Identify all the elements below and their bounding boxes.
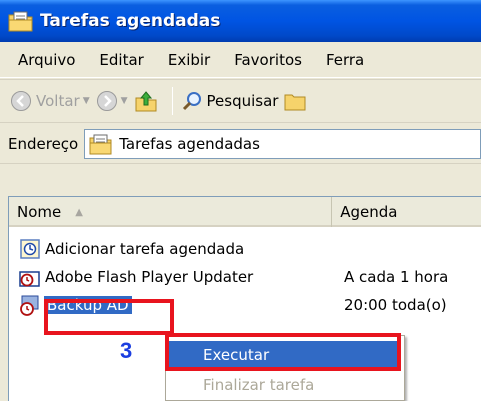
folders-button[interactable] bbox=[284, 91, 306, 111]
scheduled-tasks-folder-icon bbox=[8, 11, 33, 32]
task-name: Adobe Flash Player Updater bbox=[45, 268, 254, 286]
address-bar: Endereço Tarefas agendadas bbox=[0, 124, 481, 164]
menu-ferramentas[interactable]: Ferra bbox=[314, 51, 376, 69]
search-button[interactable]: Pesquisar bbox=[181, 90, 279, 112]
forward-button[interactable]: ▼ bbox=[96, 90, 128, 112]
toolbar: Voltar ▼ ▼ Pesquisar bbox=[0, 79, 481, 123]
search-label: Pesquisar bbox=[206, 92, 279, 110]
highlight-box-selected-task bbox=[44, 299, 174, 335]
up-folder-icon bbox=[135, 91, 157, 112]
task-name: Adicionar tarefa agendada bbox=[45, 240, 245, 258]
back-dropdown-icon[interactable]: ▼ bbox=[83, 96, 90, 106]
task-schedule: A cada 1 hora bbox=[344, 268, 449, 286]
menu-item-label: Finalizar tarefa bbox=[203, 376, 315, 394]
forward-arrow-icon bbox=[96, 91, 117, 111]
window-title: Tarefas agendadas bbox=[40, 11, 221, 31]
list-item[interactable]: Adicionar tarefa agendada bbox=[9, 235, 244, 263]
menu-arquivo[interactable]: Arquivo bbox=[0, 51, 87, 69]
explorer-window: Tarefas agendadas Arquivo Editar Exibir … bbox=[0, 0, 481, 401]
column-schedule-label: Agenda bbox=[340, 203, 398, 221]
highlight-box-executar bbox=[165, 333, 401, 371]
search-icon bbox=[182, 92, 201, 111]
menu-editar[interactable]: Editar bbox=[87, 51, 155, 69]
list-item[interactable]: Adobe Flash Player Updater A cada 1 hora bbox=[9, 263, 448, 291]
column-header-name[interactable]: Nome ▲ bbox=[9, 197, 333, 227]
back-button[interactable]: Voltar ▼ bbox=[10, 90, 90, 112]
scheduled-task-icon bbox=[19, 271, 40, 287]
add-task-icon bbox=[20, 239, 40, 259]
scheduled-tasks-folder-icon bbox=[89, 134, 112, 154]
up-folder-button[interactable] bbox=[134, 89, 158, 113]
step-number: 3 bbox=[120, 338, 133, 363]
address-field[interactable]: Tarefas agendadas bbox=[84, 128, 481, 159]
task-schedule: 20:00 toda(o) bbox=[344, 296, 447, 314]
title-bar[interactable]: Tarefas agendadas bbox=[0, 0, 481, 42]
scheduled-task-icon bbox=[20, 295, 39, 316]
menu-item-finalizar-tarefa: Finalizar tarefa bbox=[169, 371, 399, 399]
folders-icon bbox=[284, 94, 306, 111]
address-value: Tarefas agendadas bbox=[119, 134, 260, 153]
forward-dropdown-icon[interactable]: ▼ bbox=[121, 96, 128, 106]
list-header: Nome ▲ Agenda bbox=[9, 197, 481, 227]
menu-favoritos[interactable]: Favoritos bbox=[222, 51, 314, 69]
toolbar-separator bbox=[171, 87, 173, 115]
back-arrow-icon bbox=[11, 91, 31, 111]
address-label: Endereço bbox=[8, 134, 79, 153]
menu-exibir[interactable]: Exibir bbox=[156, 51, 222, 69]
column-header-schedule[interactable]: Agenda bbox=[332, 197, 481, 227]
column-name-label: Nome bbox=[17, 203, 62, 221]
menu-bar: Arquivo Editar Exibir Favoritos Ferra bbox=[0, 42, 481, 78]
back-label: Voltar bbox=[36, 92, 80, 110]
sort-ascending-icon: ▲ bbox=[75, 206, 83, 218]
